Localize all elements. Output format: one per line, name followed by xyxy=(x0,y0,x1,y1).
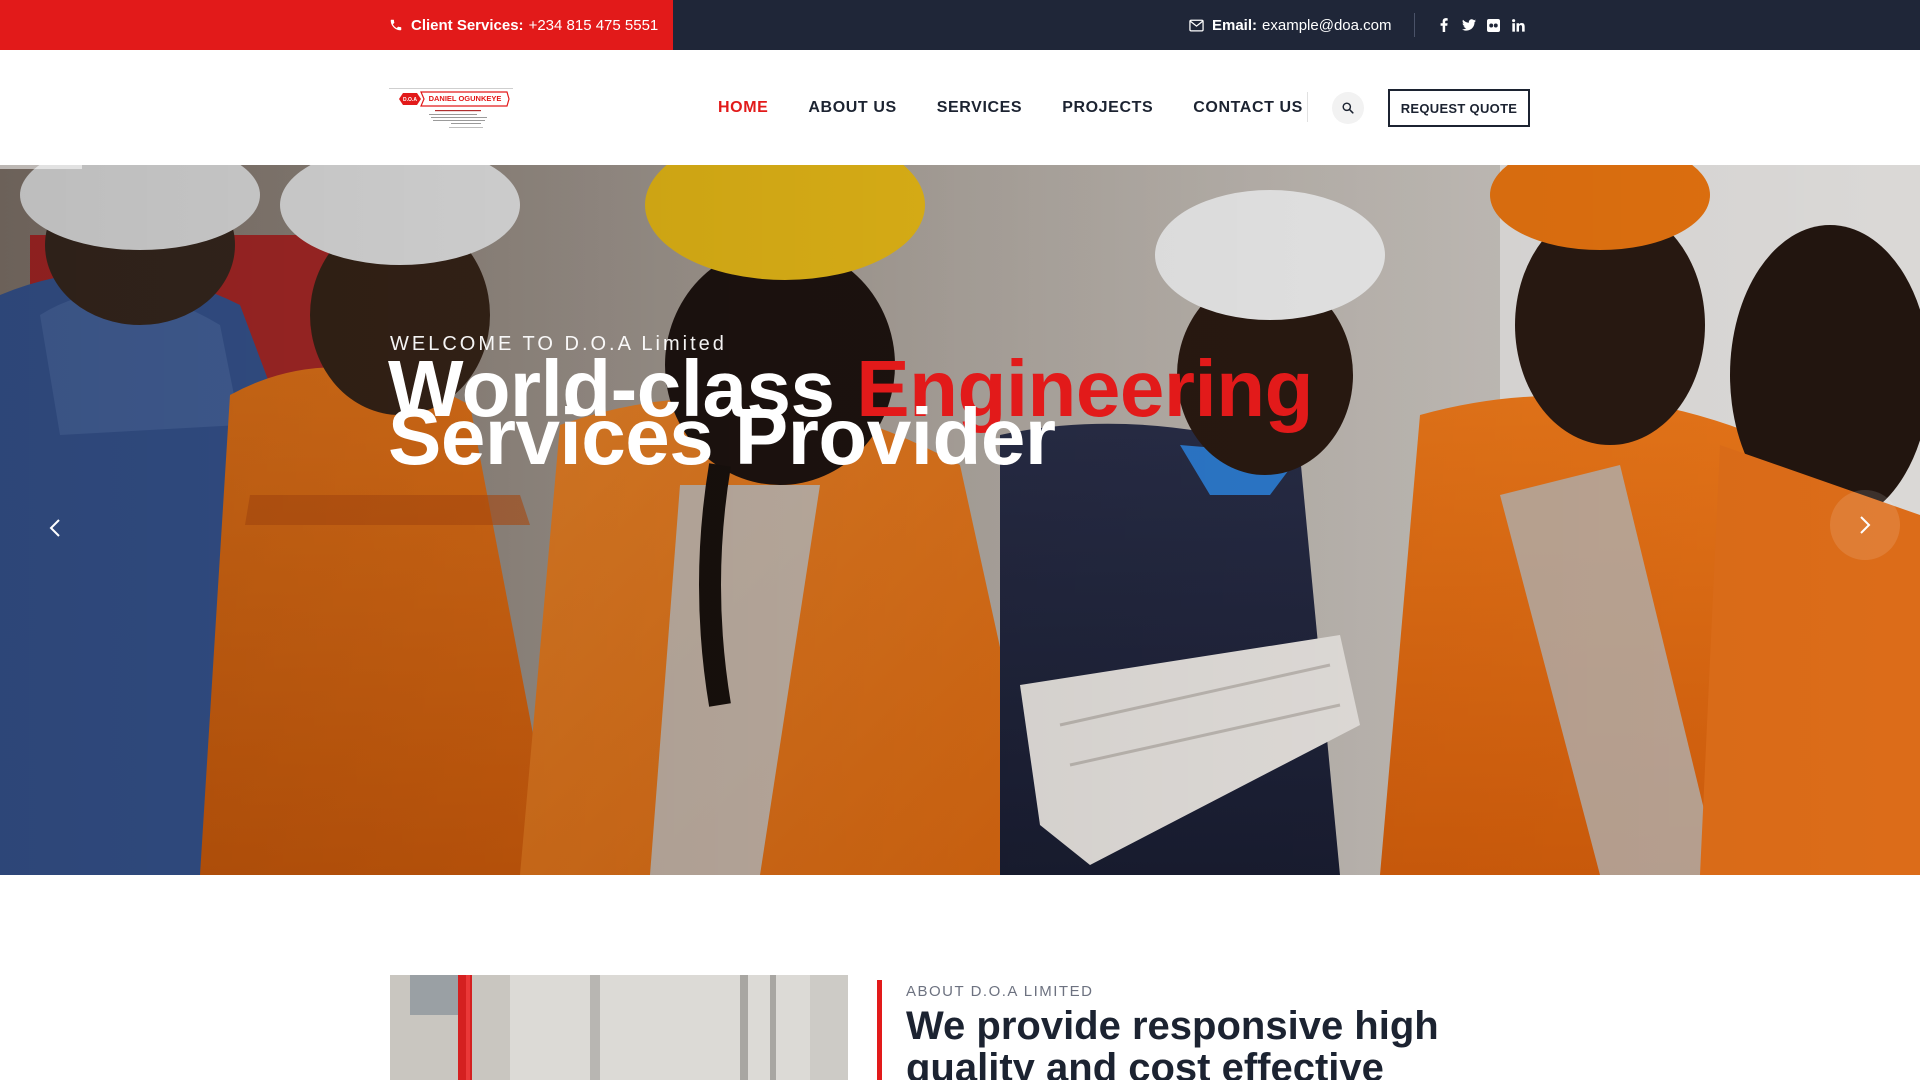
search-button[interactable] xyxy=(1332,92,1364,124)
top-bar-contact-panel: Client Services: +234 815 475 5551 xyxy=(0,0,673,50)
facebook-icon[interactable] xyxy=(1436,18,1451,32)
email-label: Email: xyxy=(1212,16,1258,34)
envelope-icon xyxy=(1189,19,1204,32)
nav-divider xyxy=(1307,92,1308,122)
hero-slider: WELCOME TO D.O.A Limited World-class Eng… xyxy=(0,165,1920,875)
chevron-left-icon xyxy=(49,519,60,537)
client-services-phone[interactable]: Client Services: +234 815 475 5551 xyxy=(389,0,658,50)
slider-progress-bar xyxy=(0,165,82,169)
social-links xyxy=(1436,0,1526,50)
request-quote-button[interactable]: REQUEST QUOTE xyxy=(1388,89,1530,127)
slider-next-button[interactable] xyxy=(1830,490,1900,560)
about-title: We provide responsive high quality and c… xyxy=(906,1004,1439,1080)
hero-title: World-class Engineering Services Provide… xyxy=(388,349,1388,477)
svg-text:DANIEL OGUNKEYE: DANIEL OGUNKEYE xyxy=(429,94,502,103)
linkedin-icon[interactable] xyxy=(1511,18,1526,32)
nav-services[interactable]: SERVICES xyxy=(937,99,1022,117)
phone-label: Client Services: xyxy=(411,16,524,34)
search-icon xyxy=(1342,102,1354,114)
hero-overlay xyxy=(0,165,1920,875)
email-address: example@doa.com xyxy=(1262,16,1392,34)
nav-contact-us[interactable]: CONTACT US xyxy=(1193,99,1303,117)
phone-icon xyxy=(389,18,403,32)
svg-text:D.O.A: D.O.A xyxy=(403,97,417,103)
about-image xyxy=(390,975,848,1080)
flickr-icon[interactable] xyxy=(1486,18,1501,32)
twitter-icon[interactable] xyxy=(1461,19,1476,31)
nav-projects[interactable]: PROJECTS xyxy=(1062,99,1153,117)
company-logo[interactable]: D.O.A DANIEL OGUNKEYE xyxy=(389,88,513,130)
top-bar-divider xyxy=(1414,13,1415,37)
phone-number: +234 815 475 5551 xyxy=(528,16,659,34)
slider-prev-button[interactable] xyxy=(40,513,70,543)
main-nav: HOME ABOUT US SERVICES PROJECTS CONTACT … xyxy=(718,50,1343,165)
site-header: D.O.A DANIEL OGUNKEYE HOME ABOUT US SERV… xyxy=(0,50,1920,165)
chevron-right-icon xyxy=(1860,516,1871,534)
email-contact[interactable]: Email: example@doa.com xyxy=(1189,0,1391,50)
top-bar: Client Services: +234 815 475 5551 Email… xyxy=(0,0,1920,50)
about-kicker: ABOUT D.O.A LIMITED xyxy=(906,983,1094,1000)
nav-home[interactable]: HOME xyxy=(718,99,768,117)
about-accent-bar xyxy=(877,980,882,1080)
nav-about-us[interactable]: ABOUT US xyxy=(808,99,896,117)
